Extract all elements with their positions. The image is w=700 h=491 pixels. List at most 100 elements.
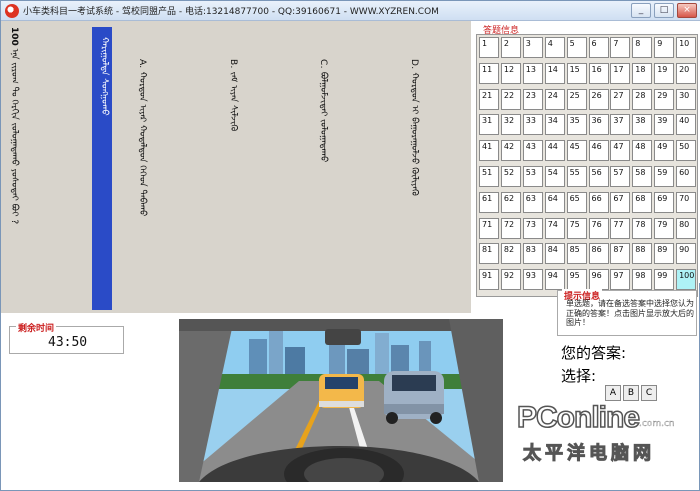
answer-cell[interactable]: 86 [588,243,609,265]
answer-cell[interactable]: 68 [632,191,653,213]
answer-cell[interactable]: 2 [500,37,521,58]
option-b[interactable]: B. ᠵᠠᠮ ᠢᠶᠠᠨ ᠰᠢᠯᠵᠢᠬᠦ [225,59,241,131]
answer-cell[interactable]: 91 [479,269,499,291]
answer-cell[interactable]: 50 [676,140,697,162]
answer-cell[interactable]: 45 [566,140,587,162]
answer-cell[interactable]: 70 [676,191,697,213]
answer-cell[interactable]: 79 [654,217,675,239]
answer-cell[interactable]: 25 [566,88,587,110]
answer-cell[interactable]: 40 [676,114,697,136]
option-d[interactable]: D. ᠬᠤᠷᠳᠤᠨ ᠢ ᠪᠠᠭᠤᠷᠠᠭᠤᠯᠵᠤ ᠬᠦᠯᠢᠶᠡᠬᠦ [406,59,422,196]
choice-c-button[interactable]: C [641,385,657,401]
answer-cell[interactable]: 76 [588,217,609,239]
answer-cell[interactable]: 48 [632,140,653,162]
answer-cell[interactable]: 51 [479,166,499,187]
answer-cell[interactable]: 46 [588,140,609,162]
answer-cell[interactable]: 29 [654,88,675,110]
answer-cell[interactable]: 18 [632,62,653,84]
answer-cell[interactable]: 67 [610,191,631,213]
answer-cell[interactable]: 14 [544,62,565,84]
choice-b-button[interactable]: B [623,385,639,401]
answer-cell[interactable]: 61 [479,191,499,213]
answer-cell[interactable]: 75 [566,217,587,239]
answer-cell[interactable]: 80 [676,217,697,239]
answer-cell[interactable]: 7 [610,37,631,58]
answer-cell[interactable]: 3 [522,37,543,58]
answer-cell[interactable]: 27 [610,88,631,110]
minimize-button[interactable]: _ [631,3,651,18]
answer-cell[interactable]: 11 [479,62,499,84]
answer-cell[interactable]: 21 [479,88,499,110]
answer-cell[interactable]: 10 [676,37,697,58]
answer-cell[interactable]: 85 [566,243,587,265]
maximize-button[interactable]: □ [654,3,674,18]
answer-cell[interactable]: 55 [566,166,587,187]
answer-cell[interactable]: 47 [610,140,631,162]
answer-cell[interactable]: 37 [610,114,631,136]
answer-cell[interactable]: 39 [654,114,675,136]
answer-cell[interactable]: 22 [500,88,521,110]
answer-cell[interactable]: 90 [676,243,697,265]
answer-cell[interactable]: 78 [632,217,653,239]
answer-cell[interactable]: 71 [479,217,499,239]
answer-cell[interactable]: 12 [500,62,521,84]
answer-cell[interactable]: 15 [566,62,587,84]
answer-cell[interactable]: 32 [500,114,521,136]
answer-cell[interactable]: 24 [544,88,565,110]
answer-cell[interactable]: 35 [566,114,587,136]
answer-cell[interactable]: 72 [500,217,521,239]
option-a[interactable]: A. ᠬᠤᠷᠳᠤᠨ ᠢᠶᠡᠷ ᠬᠤᠳᠠᠯᠳᠤᠨ ᠬᠡᠭᠡᠳ ᠳᠠᠪᠠᠬᠤ [134,59,150,216]
answer-cell[interactable]: 58 [632,166,653,187]
option-c[interactable]: C. ᠪᠤᠯᠭᠤᠮᠵᠢᠲᠠᠢ ᠵᠤᠯᠤᠭᠠᠳᠠᠬᠤ [315,59,331,162]
selected-option-highlight[interactable]: ᠬᠠᠷᠢᠭᠤᠯᠲᠠ ᠰᠤᠩᠭᠤᠬᠤ [92,27,112,310]
answer-cell[interactable]: 64 [544,191,565,213]
answer-cell[interactable]: 43 [522,140,543,162]
answer-cell[interactable]: 5 [566,37,587,58]
answer-cell[interactable]: 1 [479,37,499,58]
answer-cell[interactable]: 93 [522,269,543,291]
answer-cell[interactable]: 60 [676,166,697,187]
answer-cell[interactable]: 56 [588,166,609,187]
close-button[interactable]: × [677,3,697,18]
answer-cell[interactable]: 23 [522,88,543,110]
answer-cell[interactable]: 26 [588,88,609,110]
answer-cell[interactable]: 88 [632,243,653,265]
answer-cell[interactable]: 36 [588,114,609,136]
answer-cell[interactable]: 92 [500,269,521,291]
answer-cell[interactable]: 81 [479,243,499,265]
answer-cell[interactable]: 95 [566,269,587,291]
question-image[interactable] [179,319,503,482]
answer-cell[interactable]: 69 [654,191,675,213]
answer-cell[interactable]: 100 [676,269,697,291]
answer-cell[interactable]: 62 [500,191,521,213]
answer-cell[interactable]: 99 [654,269,675,291]
answer-cell[interactable]: 28 [632,88,653,110]
answer-cell[interactable]: 97 [610,269,631,291]
answer-cell[interactable]: 13 [522,62,543,84]
answer-cell[interactable]: 73 [522,217,543,239]
answer-cell[interactable]: 34 [544,114,565,136]
answer-cell[interactable]: 52 [500,166,521,187]
answer-cell[interactable]: 20 [676,62,697,84]
answer-cell[interactable]: 74 [544,217,565,239]
answer-cell[interactable]: 17 [610,62,631,84]
answer-cell[interactable]: 44 [544,140,565,162]
answer-cell[interactable]: 6 [588,37,609,58]
answer-cell[interactable]: 19 [654,62,675,84]
answer-cell[interactable]: 57 [610,166,631,187]
answer-cell[interactable]: 16 [588,62,609,84]
answer-cell[interactable]: 89 [654,243,675,265]
answer-cell[interactable]: 38 [632,114,653,136]
answer-cell[interactable]: 63 [522,191,543,213]
answer-cell[interactable]: 53 [522,166,543,187]
answer-cell[interactable]: 8 [632,37,653,58]
title-bar[interactable]: 小车类科目一考试系统 - 驾校同盟产品 - 电话:13214877700 - Q… [1,1,700,21]
answer-cell[interactable]: 83 [522,243,543,265]
answer-cell[interactable]: 30 [676,88,697,110]
answer-cell[interactable]: 4 [544,37,565,58]
answer-cell[interactable]: 49 [654,140,675,162]
answer-cell[interactable]: 41 [479,140,499,162]
answer-cell[interactable]: 54 [544,166,565,187]
answer-cell[interactable]: 84 [544,243,565,265]
answer-cell[interactable]: 65 [566,191,587,213]
